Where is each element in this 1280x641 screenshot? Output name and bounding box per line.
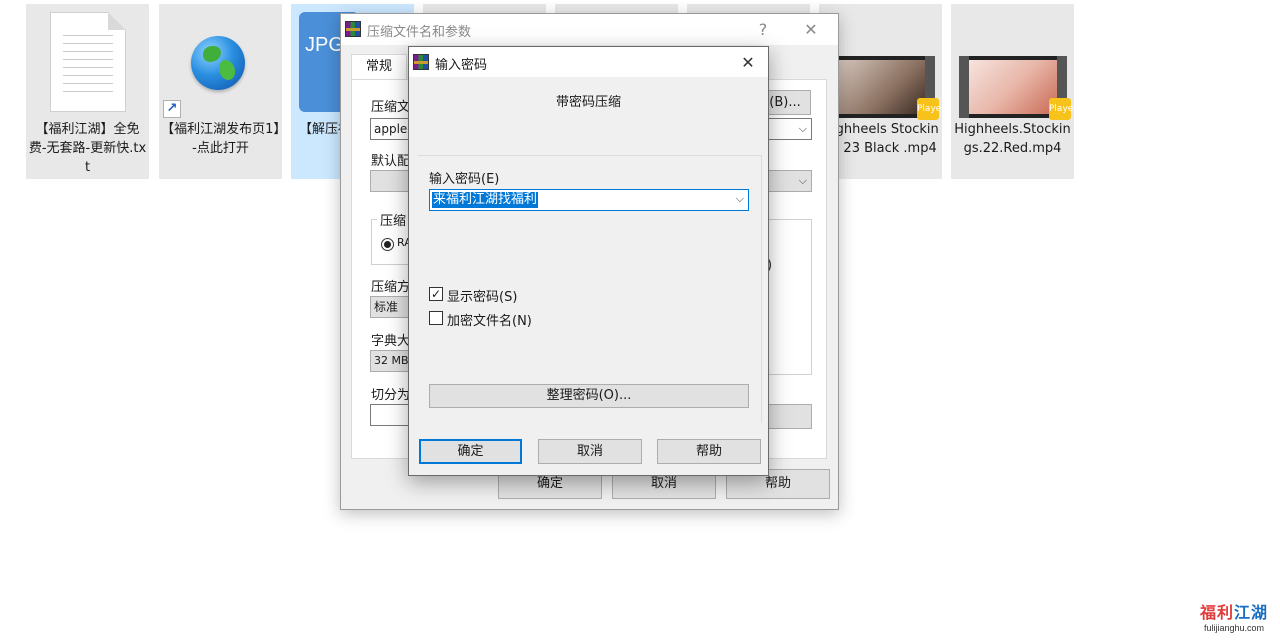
split-volumes-label: 切分为 <box>371 388 411 403</box>
title-bar: 输入密码 ✕ <box>409 47 768 77</box>
dialog-title: 压缩文件名和参数 <box>367 25 472 40</box>
winrar-app-icon <box>413 54 429 70</box>
help-button[interactable]: 帮助 <box>657 439 761 464</box>
options-group <box>765 219 812 375</box>
text-file-icon <box>50 12 126 112</box>
file-tile-shortcut[interactable]: ↗ 【福利江湖发布页1】-点此打开 <box>159 4 282 179</box>
file-caption: 【福利江湖发布页1】-点此打开 <box>161 122 280 156</box>
help-caption-button[interactable]: ? <box>740 14 786 45</box>
player-badge-icon: Player <box>917 98 945 120</box>
globe-icon <box>191 36 245 90</box>
dictionary-size-label: 字典大 <box>371 334 411 349</box>
compression-method-label: 压缩方 <box>371 280 411 295</box>
enter-password-dialog: 输入密码 ✕ 带密码压缩 输入密码(E) 来福利江湖找福利 ⌵ ✓ 显示密码(S… <box>408 46 769 476</box>
file-tile-txt[interactable]: 【福利江湖】全免费-无套路-更新快.txt <box>26 4 149 179</box>
shortcut-arrow-icon: ↗ <box>163 100 181 118</box>
default-profile-label: 默认配 <box>371 154 411 169</box>
chevron-down-icon: ⌵ <box>798 174 807 187</box>
dialog-title: 输入密码 <box>435 58 488 73</box>
archive-name-label: 压缩文 <box>371 100 411 115</box>
close-icon[interactable]: ✕ <box>788 14 834 45</box>
chevron-down-icon: ⌵ <box>798 122 807 135</box>
show-password-checkbox[interactable]: ✓ <box>429 287 443 301</box>
encrypt-filenames-checkbox[interactable] <box>429 311 443 325</box>
file-caption: 【福利江湖】全免费-无套路-更新快.txt <box>28 122 147 175</box>
password-input[interactable]: 来福利江湖找福利 ⌵ <box>429 189 749 211</box>
tab-general[interactable]: 常规 <box>351 54 407 80</box>
title-bar: 压缩文件名和参数 ? ✕ <box>341 14 838 45</box>
cancel-button[interactable]: 取消 <box>538 439 642 464</box>
site-watermark: 福利江湖 fulijianghu.com <box>1199 603 1268 633</box>
dialog-heading: 带密码压缩 <box>555 95 621 110</box>
file-caption: Highheels.Stockings.22.Red.mp4 <box>954 122 1071 156</box>
file-tile-mp4-red[interactable]: Player Highheels.Stockings.22.Red.mp4 <box>951 4 1077 179</box>
video-thumbnail-icon: Player <box>959 56 1077 120</box>
player-badge-icon: Player <box>1049 98 1077 120</box>
enter-password-label: 输入密码(E) <box>429 172 500 187</box>
encrypt-filenames-label: 加密文件名(N) <box>447 314 532 329</box>
ok-button[interactable]: 确定 <box>419 439 522 464</box>
chevron-down-icon: ⌵ <box>735 192 744 205</box>
radio-rar[interactable] <box>381 238 394 251</box>
organize-passwords-button[interactable]: 整理密码(O)... <box>429 384 749 408</box>
video-thumbnail-icon: Player <box>827 56 945 120</box>
archive-format-label: 压缩 <box>377 210 410 229</box>
set-password-button[interactable] <box>765 404 812 429</box>
close-icon[interactable]: ✕ <box>728 47 768 78</box>
winrar-app-icon <box>345 21 361 37</box>
show-password-label: 显示密码(S) <box>447 290 518 305</box>
